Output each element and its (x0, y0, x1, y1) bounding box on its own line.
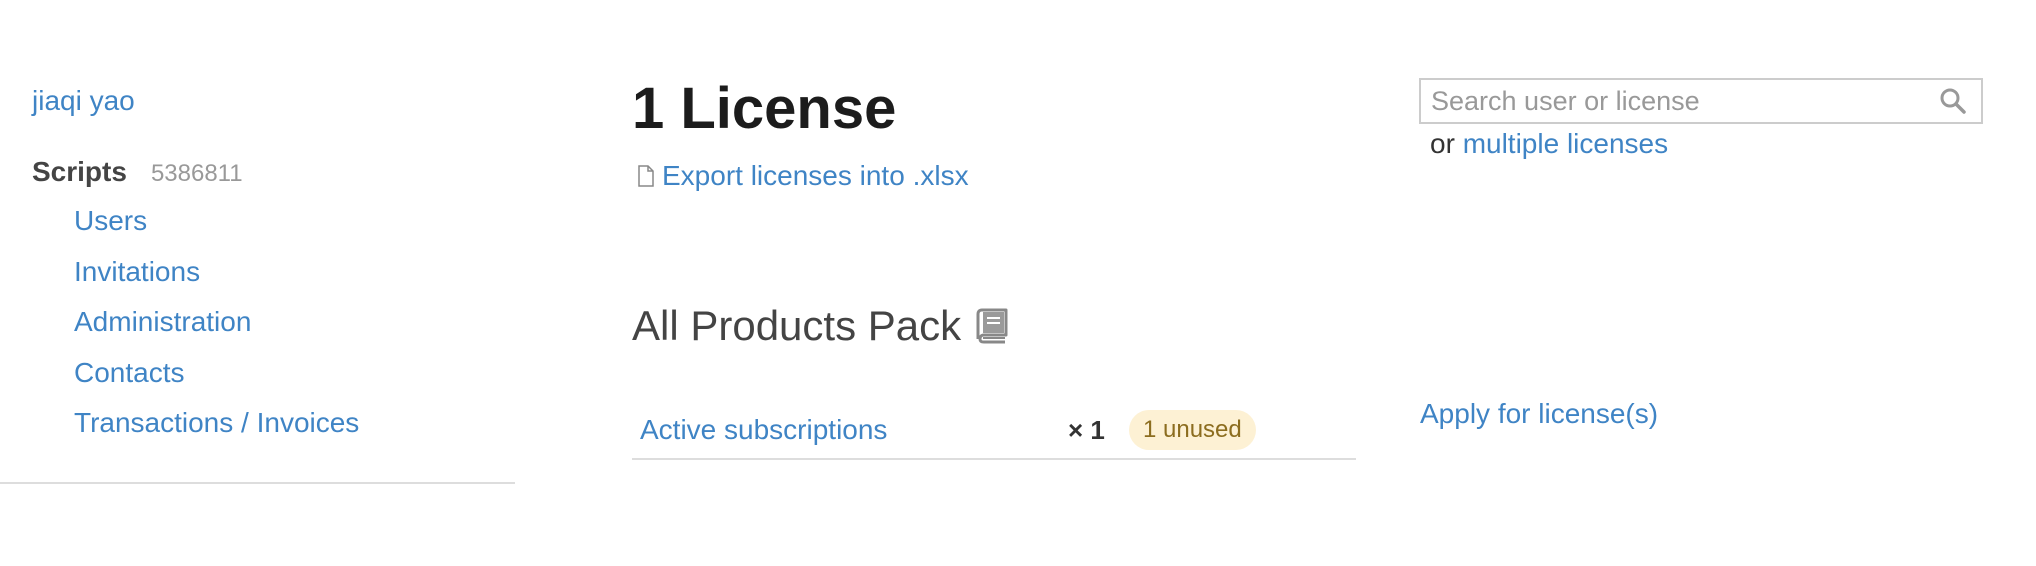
search-box (1419, 78, 1983, 124)
multiple-licenses-link[interactable]: multiple licenses (1463, 128, 1668, 159)
unused-badge: 1 unused (1129, 410, 1256, 450)
sidebar-item-administration-link[interactable]: Administration (74, 306, 251, 337)
multiple-licenses-prefix: or (1430, 128, 1455, 159)
file-icon (638, 165, 654, 187)
sidebar-item-invitations-link[interactable]: Invitations (74, 256, 200, 287)
user-name-link[interactable]: jiaqi yao (32, 84, 135, 118)
active-subscriptions-link[interactable]: Active subscriptions (640, 414, 887, 446)
sidebar: jiaqi yao Scripts 5386811 Users Invitati… (0, 0, 515, 484)
sidebar-item-transactions-link[interactable]: Transactions / Invoices (74, 407, 359, 438)
sidebar-item-administration: Administration (74, 305, 359, 356)
sidebar-nav: Users Invitations Administration Contact… (74, 204, 359, 457)
license-count: × 1 (1068, 414, 1105, 445)
organization-name: Scripts (32, 156, 127, 187)
sidebar-item-contacts-link[interactable]: Contacts (74, 357, 185, 388)
search-input[interactable] (1421, 80, 1939, 122)
product-name: All Products Pack (632, 302, 962, 349)
search-icon[interactable] (1939, 87, 1967, 115)
sidebar-item-users-link[interactable]: Users (74, 205, 147, 236)
sidebar-item-users: Users (74, 204, 359, 255)
organization-header: Scripts 5386811 (32, 156, 243, 188)
apply-for-licenses-link[interactable]: Apply for license(s) (1420, 398, 1658, 430)
export-xlsx-link[interactable]: Export licenses into .xlsx (662, 160, 969, 192)
organization-id: 5386811 (150, 160, 243, 187)
subscription-row: Active subscriptions × 1 1 unused (632, 402, 1356, 460)
multiple-licenses-row: or multiple licenses (1430, 128, 1668, 160)
sidebar-item-contacts: Contacts (74, 356, 359, 407)
page-title: 1 License (632, 76, 897, 141)
sidebar-item-transactions: Transactions / Invoices (74, 406, 359, 457)
product-header: All Products Pack (632, 302, 1011, 350)
book-icon (973, 307, 1011, 345)
export-row: Export licenses into .xlsx (638, 160, 969, 192)
sidebar-item-invitations: Invitations (74, 255, 359, 306)
